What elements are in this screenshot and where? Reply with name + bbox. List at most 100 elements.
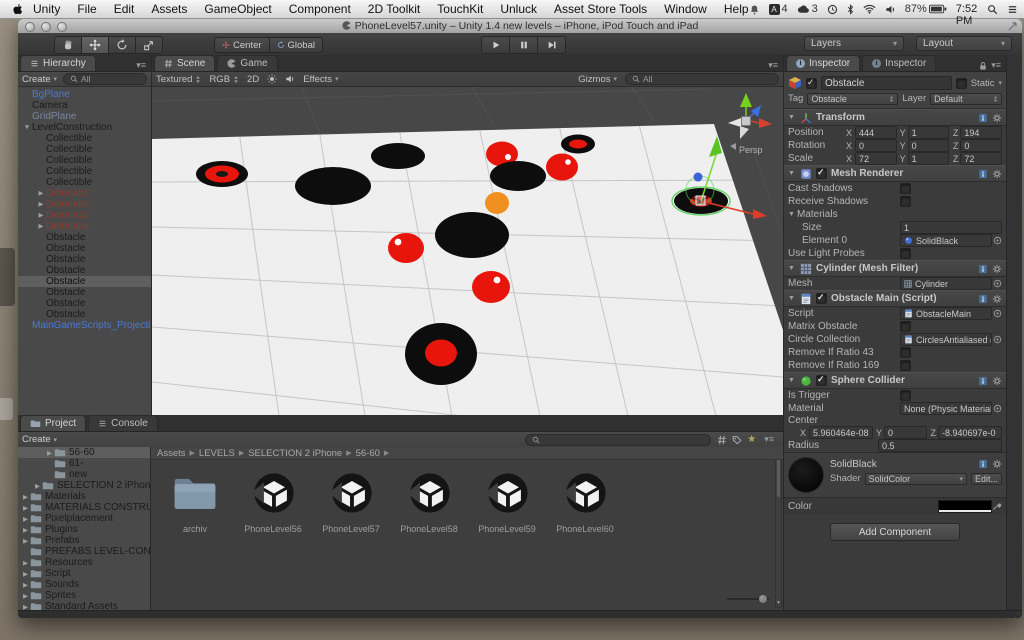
mesh-field[interactable]: Cylinder (900, 277, 992, 290)
hierarchy-item[interactable]: ▼ LevelConstruction (18, 122, 151, 133)
menu-item[interactable]: 2D Toolkit (368, 2, 420, 16)
asset-item[interactable]: PhoneLevel60 (551, 470, 619, 534)
asset-item[interactable]: PhoneLevel57 (317, 470, 385, 534)
hierarchy-item[interactable]: ▶ Detonator (18, 210, 151, 221)
center-x-field[interactable]: 5.960464e-08 (809, 426, 873, 439)
project-folder-row[interactable]: ▶ Sounds (18, 579, 150, 590)
folder-expand-arrow-icon[interactable]: ▶ (21, 581, 30, 589)
tab-inspector-2[interactable]: iInspector (862, 55, 936, 71)
folder-expand-arrow-icon[interactable]: ▶ (21, 515, 30, 523)
object-picker-icon[interactable] (992, 236, 1002, 245)
receive-shadows-checkbox[interactable] (900, 196, 911, 207)
mesh-filter-header[interactable]: ▼ Cylinder (Mesh Filter) (784, 260, 1006, 277)
z-field[interactable]: 194 (960, 126, 1002, 139)
project-folder-row[interactable]: ▶ Prefabs (18, 535, 150, 546)
material-preview-sphere[interactable] (788, 457, 824, 493)
menu-item[interactable]: Assets (151, 2, 187, 16)
rotate-tool-button[interactable] (109, 36, 136, 54)
hierarchy-item[interactable]: GridPlane (18, 111, 151, 122)
pivot-center-button[interactable]: Center (214, 37, 270, 53)
folder-expand-arrow-icon[interactable]: ▶ (21, 504, 30, 512)
hierarchy-item[interactable]: ▶ Detonator (18, 188, 151, 199)
thumbnail-zoom-slider[interactable] (727, 595, 769, 603)
project-folder-row[interactable]: ▶ MATERIALS CONSTRUCTI (18, 502, 150, 513)
obstacle-disc-red-ring[interactable] (196, 161, 248, 187)
asset-item[interactable]: PhoneLevel59 (473, 470, 541, 534)
y-field[interactable]: 0 (908, 139, 950, 152)
menu-item[interactable]: File (77, 2, 96, 16)
2d-toggle-button[interactable]: 2D (247, 74, 259, 85)
folder-expand-arrow-icon[interactable]: ▶ (33, 482, 42, 490)
slider-knob[interactable] (759, 595, 767, 603)
menu-item[interactable]: Unluck (500, 2, 537, 16)
project-create-button[interactable]: Create▾ (22, 434, 57, 445)
scene-search-input[interactable]: All (625, 73, 779, 85)
help-icon[interactable] (978, 113, 988, 123)
gear-icon[interactable] (992, 376, 1002, 386)
tab-hierarchy[interactable]: Hierarchy (20, 55, 96, 71)
obstacle-disc-black-red[interactable] (405, 323, 477, 385)
hierarchy-item[interactable]: ▶ Detonator (18, 199, 151, 210)
project-folder-row[interactable]: ▶ Pixelplacement (18, 513, 150, 524)
project-folder-row[interactable]: ▶ new (18, 469, 150, 480)
folder-expand-arrow-icon[interactable]: ▶ (21, 603, 30, 611)
scene-lighting-icon[interactable] (267, 74, 277, 84)
project-folder-row[interactable]: ▶ Resources (18, 557, 150, 568)
shader-dropdown[interactable]: SolidColor▾ (865, 473, 967, 485)
notification-list-icon[interactable] (1007, 4, 1018, 15)
detonator-sphere-red[interactable] (546, 154, 578, 181)
scene-panel-menu-icon[interactable]: ▾≡ (768, 60, 783, 71)
battery-indicator[interactable]: 87% (905, 3, 947, 15)
folder-expand-arrow-icon[interactable]: ▶ (21, 537, 30, 545)
help-icon[interactable] (978, 264, 988, 274)
y-field[interactable]: 1 (908, 126, 950, 139)
folder-expand-arrow-icon[interactable]: ▶ (21, 570, 30, 578)
element0-field[interactable]: SolidBlack (900, 234, 992, 247)
hierarchy-item[interactable]: Camera (18, 100, 151, 111)
breadcrumb-item[interactable]: 56-60 (356, 448, 380, 459)
step-button[interactable] (538, 36, 566, 54)
project-folder-row[interactable]: ▶ Sprites (18, 590, 150, 601)
help-icon[interactable] (978, 459, 988, 469)
script-field[interactable]: ObstacleMain (900, 307, 992, 320)
gizmo-z-handle[interactable] (694, 173, 703, 182)
help-icon[interactable] (978, 376, 988, 386)
detonator-sphere-red[interactable] (472, 271, 510, 303)
asset-item[interactable]: archiv (161, 470, 229, 534)
color-mode-dropdown[interactable]: RGB (209, 74, 239, 85)
z-field[interactable]: 0 (960, 139, 1002, 152)
asset-item[interactable]: PhoneLevel56 (239, 470, 307, 534)
project-folder-row[interactable]: ▶ 61- (18, 458, 150, 469)
x-field[interactable]: 72 (855, 152, 897, 165)
x-field[interactable]: 444 (855, 126, 897, 139)
sphere-collider-header[interactable]: ▼ Sphere Collider (784, 372, 1006, 389)
help-icon[interactable] (978, 169, 988, 179)
obstacle-disc-black[interactable] (371, 143, 425, 169)
expand-arrow-icon[interactable]: ▶ (36, 210, 46, 221)
pause-button[interactable] (510, 36, 538, 54)
project-folder-row[interactable]: ▶ Plugins (18, 524, 150, 535)
project-search-input[interactable] (525, 434, 711, 446)
menu-item[interactable]: TouchKit (437, 2, 483, 16)
eyedropper-icon[interactable] (992, 501, 1002, 511)
tab-inspector-1[interactable]: iInspector (786, 55, 860, 71)
radius-field[interactable]: 0.5 (878, 439, 1002, 452)
materials-foldout-icon[interactable]: ▼ (788, 211, 797, 218)
ratio43-checkbox[interactable] (900, 347, 911, 358)
obstacle-disc-black[interactable] (435, 212, 509, 258)
ratio169-checkbox[interactable] (900, 360, 911, 371)
hierarchy-item[interactable]: Obstacle (18, 276, 151, 287)
project-folder-row[interactable]: ▶ Materials (18, 491, 150, 502)
folder-expand-arrow-icon[interactable]: ▶ (21, 526, 30, 534)
object-picker-icon[interactable] (992, 335, 1002, 344)
effects-dropdown[interactable]: Effects▾ (303, 74, 338, 85)
mesh-renderer-header[interactable]: ▼ Mesh Renderer (784, 165, 1006, 182)
obstacle-disc-black[interactable] (295, 167, 371, 205)
scene-audio-icon[interactable] (285, 74, 295, 84)
project-folder-row[interactable]: ▶ PREFABS LEVEL-CONSTRU (18, 546, 150, 557)
layers-dropdown[interactable]: Layers▾ (804, 36, 904, 51)
physic-material-field[interactable]: None (Physic Material) (900, 402, 992, 415)
hierarchy-item[interactable]: Collectible (18, 144, 151, 155)
hierarchy-item[interactable]: Collectible (18, 133, 151, 144)
add-component-button[interactable]: Add Component (830, 523, 960, 541)
